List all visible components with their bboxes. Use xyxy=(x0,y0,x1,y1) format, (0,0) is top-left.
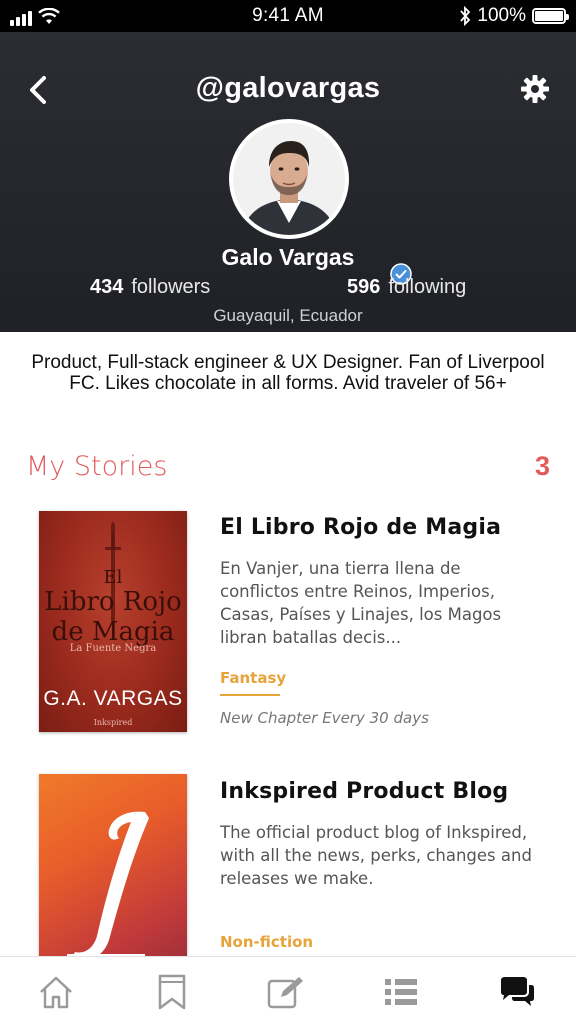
story-schedule: New Chapter Every 30 days xyxy=(220,709,429,727)
tab-write[interactable] xyxy=(266,973,306,1011)
battery-percent: 100% xyxy=(477,5,526,26)
status-right: 100% xyxy=(459,5,569,27)
display-name: Galo Vargas xyxy=(221,244,355,270)
story-title[interactable]: El Libro Rojo de Magia xyxy=(220,515,501,540)
cover-publisher: Inkspired xyxy=(93,718,133,727)
cover-author: G.A. VARGAS xyxy=(43,687,183,710)
home-icon xyxy=(40,976,72,1009)
tab-bar xyxy=(0,956,576,1024)
cover-title: El Libro Rojo de Magia xyxy=(39,567,187,648)
bio-text: Product, Full-stack engineer & UX Design… xyxy=(31,352,545,394)
story-genre[interactable]: Fantasy xyxy=(220,669,286,687)
following-count: 596 xyxy=(347,276,381,298)
write-icon xyxy=(267,977,303,1009)
location: Guayaquil, Ecuador xyxy=(213,306,363,325)
genre-underline xyxy=(220,694,280,696)
cover-title-line2: Libro Rojo xyxy=(44,587,182,617)
inkspired-logo-icon xyxy=(67,811,149,962)
profile-photo xyxy=(233,123,345,235)
followers-count: 434 xyxy=(90,276,124,298)
bookmark-icon xyxy=(158,974,186,1010)
tab-home[interactable] xyxy=(36,973,76,1011)
story-title[interactable]: Inkspired Product Blog xyxy=(220,779,508,804)
gear-icon[interactable] xyxy=(520,74,550,104)
story-description: The official product blog of Inkspired, … xyxy=(220,823,532,888)
tab-library[interactable] xyxy=(152,973,192,1011)
tab-list[interactable] xyxy=(381,973,421,1011)
stories-section-title: My Stories xyxy=(26,451,168,482)
cover-subtitle: La Fuente Negra xyxy=(69,643,157,654)
followers-label: followers xyxy=(131,276,211,298)
chat-icon xyxy=(501,977,534,1006)
followers-stat[interactable]: 434 followers xyxy=(90,276,210,299)
story-description: En Vanjer, una tierra llena de conflicto… xyxy=(220,559,502,647)
following-label: following xyxy=(388,276,467,298)
story-cover[interactable]: El Libro Rojo de Magia La Fuente Negra G… xyxy=(39,511,187,732)
story-genre[interactable]: Non-fiction xyxy=(220,933,313,951)
battery-icon xyxy=(532,8,569,24)
stories-count: 3 xyxy=(534,451,550,481)
tab-messages[interactable] xyxy=(496,973,536,1011)
status-bar: 9:41 AM 100% xyxy=(0,0,576,32)
profile-header: @galovargas Galo Vargas 434 followers 59… xyxy=(0,32,576,332)
username: @galovargas xyxy=(195,72,381,104)
cover-title-line1: El xyxy=(103,567,123,588)
avatar[interactable] xyxy=(229,119,349,239)
list-icon xyxy=(385,979,417,1005)
following-stat[interactable]: 596 following xyxy=(347,276,466,299)
bluetooth-icon xyxy=(460,6,471,26)
